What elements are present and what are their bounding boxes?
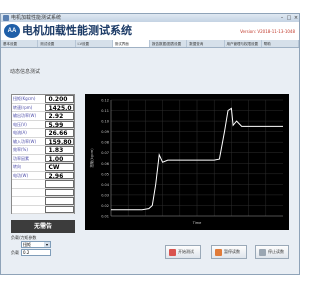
chart-canvas: 0.12 0.11 0.10 0.09 0.08 0.07 0.06 0.05 0.04 0.03… bbox=[89, 99, 283, 225]
param-value: 2.96 bbox=[45, 171, 74, 180]
pause-reading-label: 暂停读数 bbox=[224, 249, 240, 254]
param-value bbox=[45, 188, 74, 196]
y-tick-label: 0.09 bbox=[101, 130, 109, 134]
pause-reading-button[interactable]: 暂停读数 bbox=[211, 245, 247, 259]
pause-icon bbox=[215, 249, 222, 256]
y-tick-label: 0.07 bbox=[101, 151, 109, 155]
param-label: 电压(V) bbox=[13, 121, 27, 127]
param-row: 转速(rpm) 1425.0 bbox=[12, 103, 74, 112]
status-banner: 无需告 bbox=[11, 220, 75, 233]
version-label: Version: V2018-11-13-1048 bbox=[240, 29, 295, 34]
tab-basic-settings[interactable]: 基本设置 bbox=[1, 40, 39, 47]
x-axis-label: Time bbox=[192, 221, 202, 225]
y-axis-label: 扭矩(kgcm) bbox=[89, 148, 94, 168]
y-tick-label: 0.06 bbox=[101, 162, 109, 166]
param-label: 电功(W) bbox=[13, 172, 29, 178]
param-row: 效率(%) 1.83 bbox=[12, 146, 74, 155]
param-value bbox=[45, 180, 74, 188]
param-label: 效率(%) bbox=[13, 147, 28, 152]
param-value bbox=[45, 205, 74, 213]
y-tick-label: 0.04 bbox=[101, 183, 110, 187]
param-label: 输出功率(W) bbox=[13, 113, 37, 118]
stop-reading-label: 停止读数 bbox=[268, 249, 284, 254]
param-label: 输入功率(W) bbox=[13, 138, 37, 144]
tab-bar: 基本设置 测试设置 I-V设置 测试界面 报告数据/图表设置 数据查询 用户管理… bbox=[1, 40, 299, 48]
param-row bbox=[12, 205, 74, 214]
param-row: 转向 CW bbox=[12, 163, 74, 172]
param-value: 2.92 bbox=[45, 112, 74, 120]
param-value: 1.00 bbox=[45, 154, 74, 163]
window-title: 电机加载性能测试系统 bbox=[11, 15, 62, 21]
param-value bbox=[45, 197, 74, 205]
param-label bbox=[12, 189, 45, 197]
chevron-down-icon: ▾ bbox=[44, 242, 50, 247]
load-input-value: 0.2 bbox=[23, 250, 30, 255]
param-value: 1425.0 bbox=[45, 103, 74, 112]
y-tick-label: 0.10 bbox=[101, 120, 109, 124]
mode-select[interactable]: 扭矩 ▾ bbox=[21, 241, 51, 248]
param-row: 电功(W) 2.96 bbox=[12, 171, 74, 180]
y-tick-label: 0.11 bbox=[101, 109, 109, 113]
stop-icon bbox=[259, 249, 266, 256]
tab-data-query[interactable]: 数据查询 bbox=[187, 40, 225, 47]
param-value: 0.200 bbox=[45, 95, 74, 103]
app-header: AA 电机加载性能测试系统 Version: V2018-11-13-1048 bbox=[1, 22, 299, 40]
start-test-button[interactable]: 开始测试 bbox=[165, 245, 201, 259]
param-row bbox=[12, 188, 74, 197]
param-row bbox=[12, 197, 74, 206]
start-test-label: 开始测试 bbox=[178, 249, 194, 254]
load-label: 负载 bbox=[11, 250, 19, 255]
app-icon bbox=[3, 15, 9, 21]
title-bar: 电机加载性能测试系统 – □ × bbox=[1, 14, 299, 22]
param-label: 电流(A) bbox=[13, 130, 27, 135]
app-title: 电机加载性能测试系统 bbox=[22, 24, 132, 37]
param-label: 转速(rpm) bbox=[13, 104, 33, 110]
stop-reading-button[interactable]: 停止读数 bbox=[255, 245, 289, 259]
tab-test-interface[interactable]: 测试界面 bbox=[112, 40, 150, 47]
param-row: 功率因素 1.00 bbox=[12, 154, 74, 163]
tab-iv-settings[interactable]: I-V设置 bbox=[76, 40, 113, 47]
mode-select-value: 扭矩 bbox=[23, 242, 31, 247]
param-value: CW bbox=[45, 163, 74, 171]
param-value: 26.66 bbox=[45, 129, 74, 137]
y-tick-label: 0.08 bbox=[101, 141, 109, 145]
close-icon[interactable]: × bbox=[293, 15, 299, 21]
param-label bbox=[12, 206, 45, 214]
y-tick-label: 0.12 bbox=[101, 99, 109, 103]
tab-help[interactable]: 帮助 bbox=[262, 40, 299, 47]
param-value: 1.83 bbox=[45, 146, 74, 154]
param-row: 电流(A) 26.66 bbox=[12, 129, 74, 138]
y-tick-label: 0.03 bbox=[101, 193, 109, 197]
tab-report-settings[interactable]: 报告数据/图表设置 bbox=[150, 40, 188, 47]
y-tick-label: 0.01 bbox=[101, 215, 109, 219]
torque-chart: 0.12 0.11 0.10 0.09 0.08 0.07 0.06 0.05 0.04 0.03… bbox=[85, 94, 289, 230]
param-label: 转向 bbox=[13, 164, 21, 169]
param-row: 扭矩(Kgcm) 0.200 bbox=[12, 95, 74, 104]
tab-test-settings[interactable]: 测试设置 bbox=[38, 40, 76, 47]
param-label bbox=[12, 180, 45, 188]
load-input[interactable]: 0.2 bbox=[21, 249, 51, 256]
param-label: 功率因素 bbox=[13, 155, 29, 161]
logo: AA bbox=[4, 24, 20, 38]
param-label: 扭矩(Kgcm) bbox=[13, 96, 36, 101]
param-value: 5.99 bbox=[45, 120, 74, 129]
maximize-icon[interactable]: □ bbox=[286, 15, 292, 21]
minimize-icon[interactable]: – bbox=[279, 15, 285, 21]
section-title: 动态信息测试 bbox=[10, 69, 41, 75]
y-tick-label: 0.05 bbox=[101, 172, 109, 176]
param-row: 电压(V) 5.99 bbox=[12, 120, 74, 129]
param-row: 输出功率(W) 2.92 bbox=[12, 112, 74, 121]
mode-label: 负载/力矩参数 bbox=[11, 235, 37, 240]
parameter-table: 扭矩(Kgcm) 0.200 转速(rpm) 1425.0 输出功率(W) 2.92 电压(… bbox=[11, 94, 75, 214]
param-value: 159.80 bbox=[45, 137, 74, 146]
start-icon bbox=[169, 249, 176, 256]
param-row bbox=[12, 180, 74, 189]
tab-user-management[interactable]: 用户管理与权限设置 bbox=[225, 40, 262, 47]
y-tick-label: 0.02 bbox=[101, 204, 109, 208]
param-row: 输入功率(W) 159.80 bbox=[12, 137, 74, 146]
param-label bbox=[12, 197, 45, 205]
